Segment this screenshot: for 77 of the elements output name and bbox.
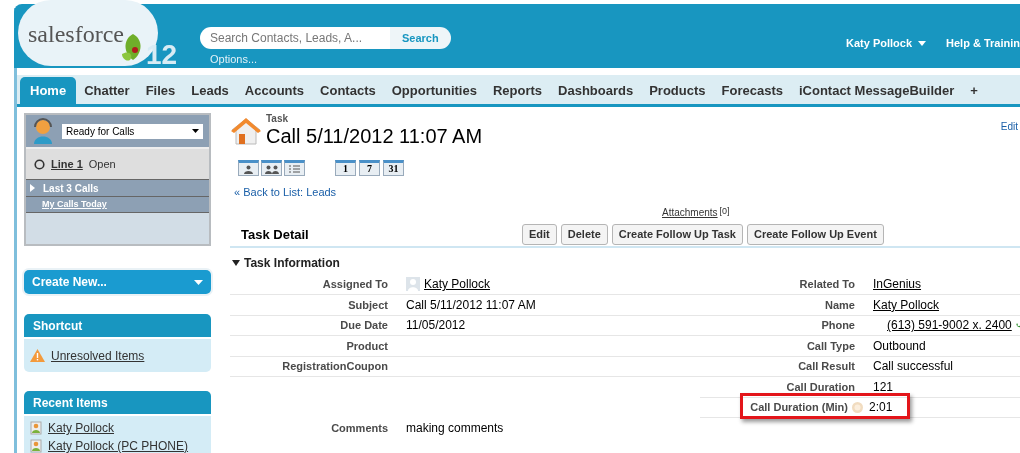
expand-icon [30,184,35,192]
field-label: Subject [230,295,398,316]
status-dropdown[interactable]: Ready for Calls [62,123,203,139]
attachments-link[interactable]: Attachments [662,204,718,220]
nav-tab[interactable]: iContact MessageBuilder [790,77,963,104]
action-button[interactable]: Create Follow Up Task [611,224,743,245]
field-value: 121 [873,378,894,396]
field-value: Call successful [873,358,954,376]
recent-item-link[interactable]: Katy Pollock (PC PHONE) [48,437,189,453]
action-button[interactable]: Create Follow Up Event [746,224,884,245]
recent-item-link[interactable]: Katy Pollock [48,419,115,437]
field-value: Outbound [873,337,926,355]
field-label: Name [700,295,865,316]
contact-card-icon [30,439,42,453]
field-label: Call Duration [700,377,865,398]
agent-avatar-icon [32,118,54,144]
edit-link[interactable]: Edit [1000,119,1018,134]
record-link[interactable]: Katy Pollock [873,295,940,314]
line-link[interactable]: Line 1 [51,155,83,173]
nav-tab[interactable]: Opportunities [383,77,485,104]
caret-icon [192,129,199,133]
nav-tab[interactable]: Accounts [236,77,313,104]
calendar-view-button[interactable]: 7 [359,160,380,176]
nav-tab[interactable]: Leads [183,77,237,104]
action-button[interactable]: Edit [522,224,557,245]
field-label: Call Result [700,356,865,377]
caret-icon [918,40,927,46]
back-link[interactable]: « Back to List: Leads [234,184,1020,201]
multi-view-button[interactable] [261,160,282,176]
nav-tab[interactable]: Contacts [312,77,384,104]
house-icon [230,115,262,146]
list-icon [289,165,300,173]
warning-icon [30,349,45,362]
caret-icon [194,279,203,285]
single-view-button[interactable] [238,160,259,176]
radio-icon[interactable] [34,158,45,170]
nav-tab[interactable]: Files [137,77,184,104]
field-label: Related To [700,274,865,295]
people-icon [264,164,279,174]
recent-items-header: Recent Items [24,391,211,414]
field-value: 11/05/2012 [406,317,466,335]
shortcut-header: Shortcut [24,314,211,337]
section-header[interactable]: Task Information [230,253,1020,272]
field-value: making comments [406,420,504,438]
field-label: Call Type [700,336,865,357]
user-link[interactable]: Katy Pollock [424,275,491,294]
nav-tab[interactable]: Reports [484,77,551,104]
field-label: Product [230,336,398,357]
nav-tab[interactable]: Forecasts [713,77,791,104]
phone-link[interactable]: (613) 591-9002 x. 2400 [887,316,1012,335]
nav-tab[interactable]: + [962,77,986,104]
nav-tab[interactable]: Products [641,77,714,104]
user-photo-icon [406,277,420,292]
record-type: Task [266,113,290,124]
nav-tab[interactable]: Chatter [76,77,138,104]
field-label: Due Date [230,315,398,336]
action-button[interactable]: Delete [560,224,608,245]
field-label: Comments [330,421,389,436]
field-label: RegistrationCoupon [230,356,398,377]
list-view-button[interactable] [284,160,305,176]
line-state: Open [88,156,116,172]
contact-card-icon [30,421,42,435]
calendar-view-button[interactable]: 31 [383,160,404,176]
attachments-count: [0] [719,204,730,218]
person-icon [244,164,253,174]
section-title: Task Detail [241,225,310,244]
record-link[interactable]: InGenius [873,275,922,294]
record-title: Call 5/11/2012 11:07 AM [266,124,483,148]
search-field[interactable]: Search Contacts, Leads, A... [200,27,390,49]
field-label: Assigned To [230,274,398,295]
field-value: 2:01 [869,399,893,417]
calendar-view-button[interactable]: 1 [335,160,356,176]
field-value: Call 5/11/2012 11:07 AM [406,296,536,314]
collapse-icon [232,259,240,266]
field-label: Call Duration (Min) [750,399,848,416]
field-label: Phone [700,315,865,336]
nav-tab[interactable]: Dashboards [550,77,642,104]
